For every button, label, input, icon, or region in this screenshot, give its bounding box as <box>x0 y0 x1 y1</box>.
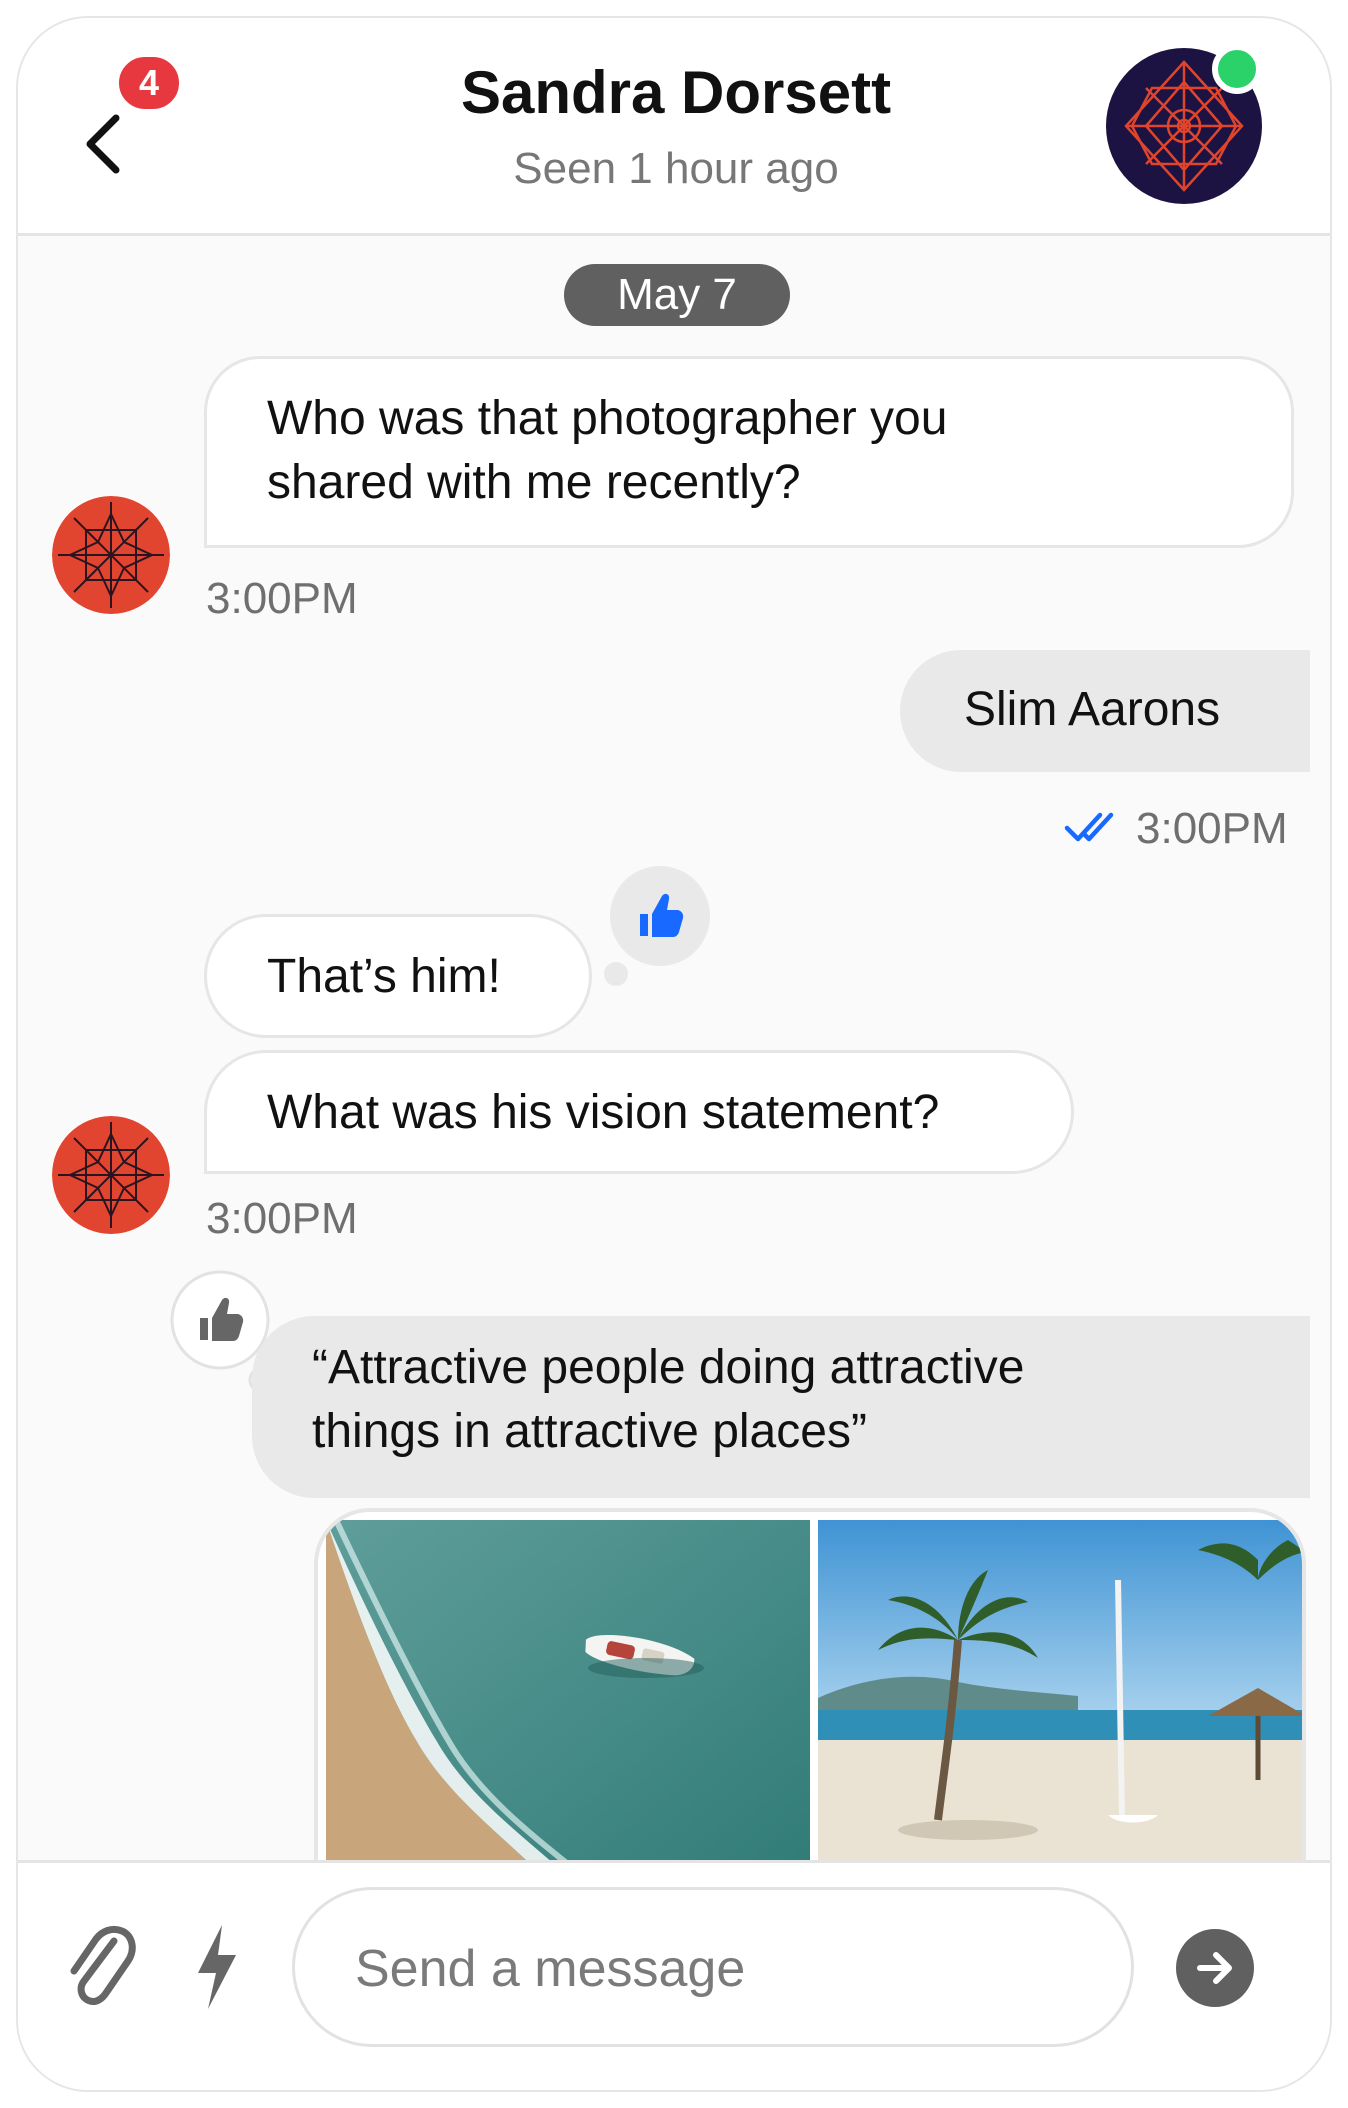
send-button[interactable] <box>1176 1929 1254 2007</box>
arrow-right-icon <box>1197 1952 1232 1984</box>
sender-avatar[interactable] <box>52 496 170 614</box>
unread-badge: 4 <box>114 52 184 114</box>
chat-window: 4 Sandra Dorsett Seen 1 hour ago May 7 W… <box>16 16 1332 2092</box>
attach-button[interactable] <box>62 1919 138 2015</box>
paperclip-icon <box>70 1925 136 2005</box>
reaction-thumbs-up[interactable] <box>602 864 712 994</box>
red-geometric-avatar-icon <box>52 496 170 614</box>
incoming-message-bubble[interactable]: What was his vision statement? <box>204 1050 1074 1174</box>
chat-header: 4 Sandra Dorsett Seen 1 hour ago <box>18 18 1330 236</box>
bolt-icon <box>198 1925 236 2009</box>
message-text-line: That’s him! <box>267 950 501 1003</box>
double-check-icon <box>1064 812 1114 842</box>
message-text-line: “Attractive people doing attractive <box>312 1341 1025 1394</box>
last-seen-status: Seen 1 hour ago <box>513 144 839 193</box>
message-input[interactable] <box>355 1934 1075 2004</box>
photo-attachment-group[interactable] <box>314 1508 1306 1908</box>
date-divider: May 7 <box>564 264 790 326</box>
palm-beach-photo[interactable] <box>818 1520 1302 1908</box>
chevron-left-icon <box>86 114 120 174</box>
red-geometric-avatar-icon <box>52 1116 170 1234</box>
message-timestamp: 3:00PM <box>206 574 358 623</box>
message-timestamp: 3:00PM <box>206 1194 358 1243</box>
message-input-container[interactable] <box>292 1887 1134 2047</box>
message-composer <box>18 1860 1330 2090</box>
sender-avatar[interactable] <box>52 1116 170 1234</box>
message-timestamp: 3:00PM <box>1136 804 1288 853</box>
message-text-line: shared with me recently? <box>267 456 801 509</box>
outgoing-message-bubble[interactable]: Slim Aarons <box>900 650 1310 772</box>
message-text-line: Slim Aarons <box>964 683 1221 736</box>
message-text-line: things in attractive places” <box>312 1405 867 1458</box>
incoming-message-bubble[interactable]: That’s him! <box>204 914 592 1038</box>
online-indicator <box>1212 44 1262 94</box>
message-text-line: What was his vision statement? <box>267 1086 940 1139</box>
outgoing-message-bubble[interactable]: “Attractive people doing attractive thin… <box>252 1316 1310 1498</box>
quick-reply-button[interactable] <box>188 1921 244 2013</box>
incoming-message-bubble[interactable]: Who was that photographer you shared wit… <box>204 356 1294 548</box>
aerial-beach-boat-photo[interactable] <box>326 1520 810 1908</box>
message-text-line: Who was that photographer you <box>267 392 948 445</box>
contact-name: Sandra Dorsett <box>460 59 892 126</box>
